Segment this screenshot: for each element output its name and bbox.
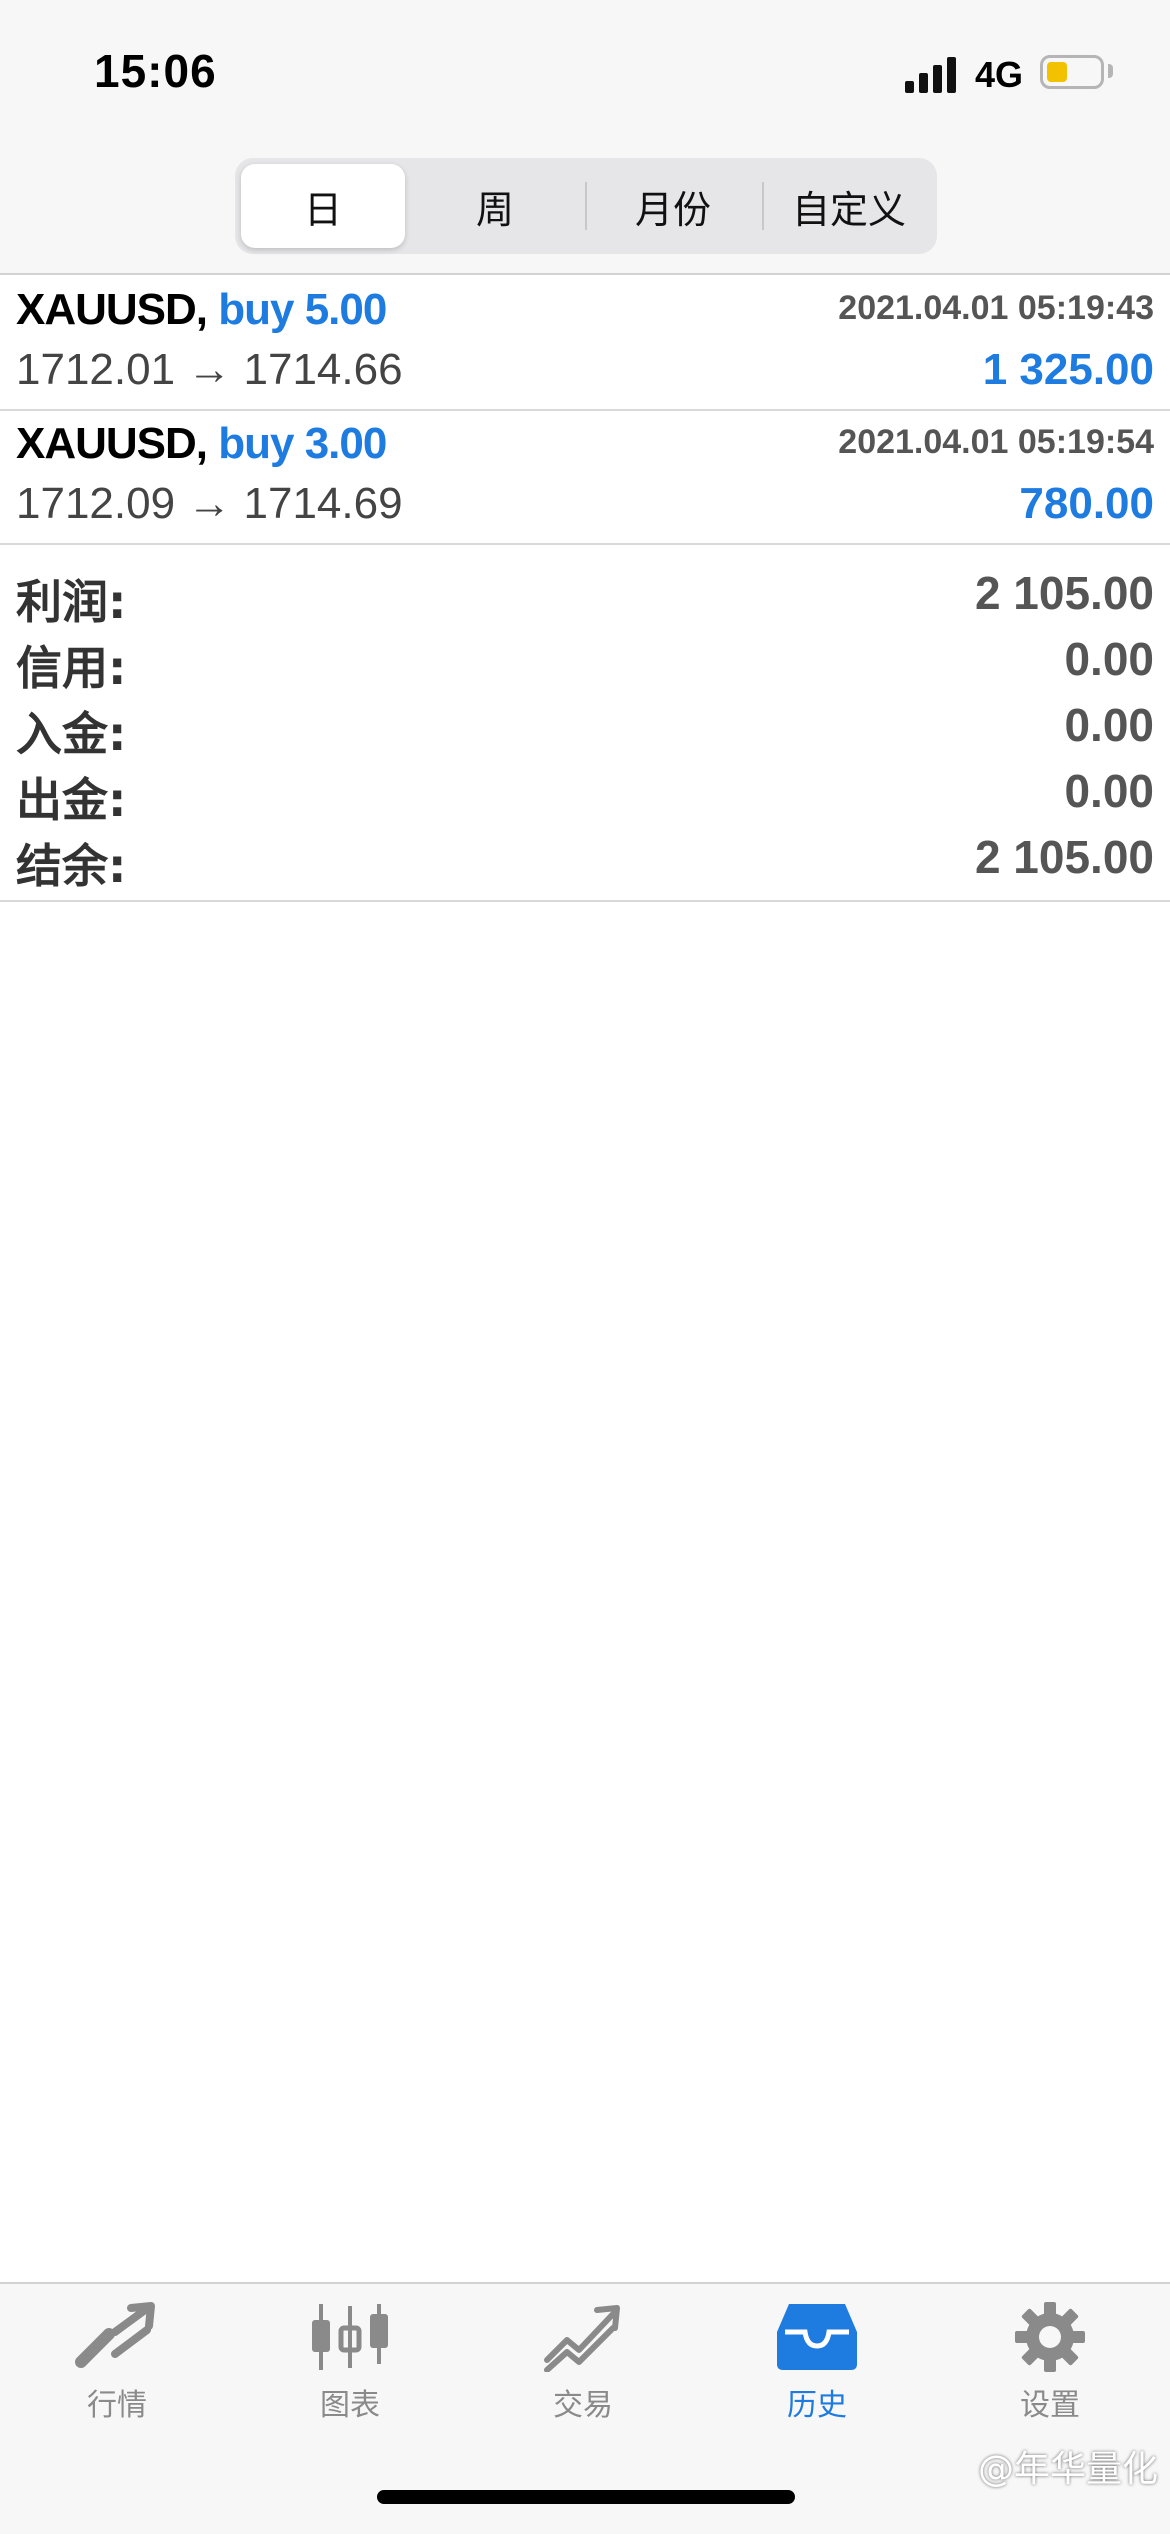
- summary-row-withdrawal: 出金: 0.00: [0, 758, 1170, 827]
- segment-week[interactable]: 周: [413, 164, 577, 248]
- trade-profit: 780.00: [1019, 479, 1154, 528]
- trade-time: 2021.04.01 05:19:54: [838, 423, 1154, 461]
- summary-value: 2 105.00: [974, 831, 1154, 883]
- summary-value: 0.00: [1064, 633, 1154, 685]
- trade-icon: [544, 2305, 620, 2372]
- period-segmented-control: 日 周 月份 自定义: [235, 158, 937, 254]
- network-type: 4G: [975, 54, 1024, 95]
- signal-icon: [905, 55, 961, 93]
- tab-trade[interactable]: 交易: [488, 2302, 678, 2462]
- tab-label: 图表: [320, 2388, 380, 2423]
- battery-icon: [1040, 55, 1104, 89]
- summary-row-profit: 利润: 2 105.00: [0, 560, 1170, 629]
- history-icon: [777, 2304, 857, 2370]
- segment-day[interactable]: 日: [241, 164, 405, 248]
- tab-label: 设置: [1020, 2388, 1080, 2423]
- segment-custom[interactable]: 自定义: [767, 164, 931, 248]
- summary-label: 信用:: [16, 641, 127, 695]
- tab-label: 行情: [87, 2388, 147, 2423]
- home-indicator[interactable]: [377, 2490, 795, 2504]
- trade-symbol: XAUUSD,: [16, 285, 208, 334]
- summary-label: 结余:: [16, 839, 127, 893]
- trade-time: 2021.04.01 05:19:43: [838, 289, 1154, 327]
- summary-row-credit: 信用: 0.00: [0, 626, 1170, 695]
- account-summary: 利润: 2 105.00 信用: 0.00 入金: 0.00 出金: 0.00 …: [0, 540, 1170, 902]
- tab-label: 交易: [553, 2388, 613, 2423]
- trade-symbol-line: XAUUSD, buy 3.00: [16, 419, 387, 469]
- trade-row[interactable]: XAUUSD, buy 3.00 2021.04.01 05:19:54 171…: [0, 409, 1170, 545]
- trade-symbol-line: XAUUSD, buy 5.00: [16, 285, 387, 335]
- trade-prices: 1712.09 → 1714.69: [16, 479, 403, 528]
- tab-label: 历史: [787, 2388, 847, 2423]
- segment-month[interactable]: 月份: [591, 164, 755, 248]
- summary-label: 入金:: [16, 707, 127, 761]
- trade-row[interactable]: XAUUSD, buy 5.00 2021.04.01 05:19:43 171…: [0, 275, 1170, 411]
- status-time: 15:06: [94, 45, 217, 97]
- summary-value: 0.00: [1064, 765, 1154, 817]
- summary-row-balance: 结余: 2 105.00: [0, 824, 1170, 893]
- summary-label: 出金:: [16, 773, 127, 827]
- tab-quotes[interactable]: 行情: [22, 2302, 212, 2462]
- segment-divider: [762, 182, 764, 230]
- watermark: @年华量化: [977, 2449, 1158, 2490]
- trade-direction: buy 5.00: [218, 285, 387, 334]
- chart-icon: [312, 2304, 388, 2370]
- summary-row-deposit: 入金: 0.00: [0, 692, 1170, 761]
- summary-label: 利润:: [16, 575, 127, 629]
- quotes-icon: [75, 2302, 155, 2368]
- summary-value: 2 105.00: [974, 567, 1154, 619]
- trade-direction: buy 3.00: [218, 419, 387, 468]
- battery-tip: [1108, 64, 1113, 78]
- tab-history[interactable]: 历史: [722, 2302, 912, 2462]
- settings-icon: [1015, 2302, 1085, 2372]
- tab-settings[interactable]: 设置: [955, 2302, 1145, 2462]
- trade-symbol: XAUUSD,: [16, 419, 208, 468]
- trade-profit: 1 325.00: [982, 345, 1154, 394]
- summary-value: 0.00: [1064, 699, 1154, 751]
- segment-divider: [585, 182, 587, 230]
- trade-prices: 1712.01 → 1714.66: [16, 345, 403, 394]
- tab-chart[interactable]: 图表: [255, 2302, 445, 2462]
- top-bar: 15:06 4G 日 周 月份 自定义: [0, 0, 1170, 275]
